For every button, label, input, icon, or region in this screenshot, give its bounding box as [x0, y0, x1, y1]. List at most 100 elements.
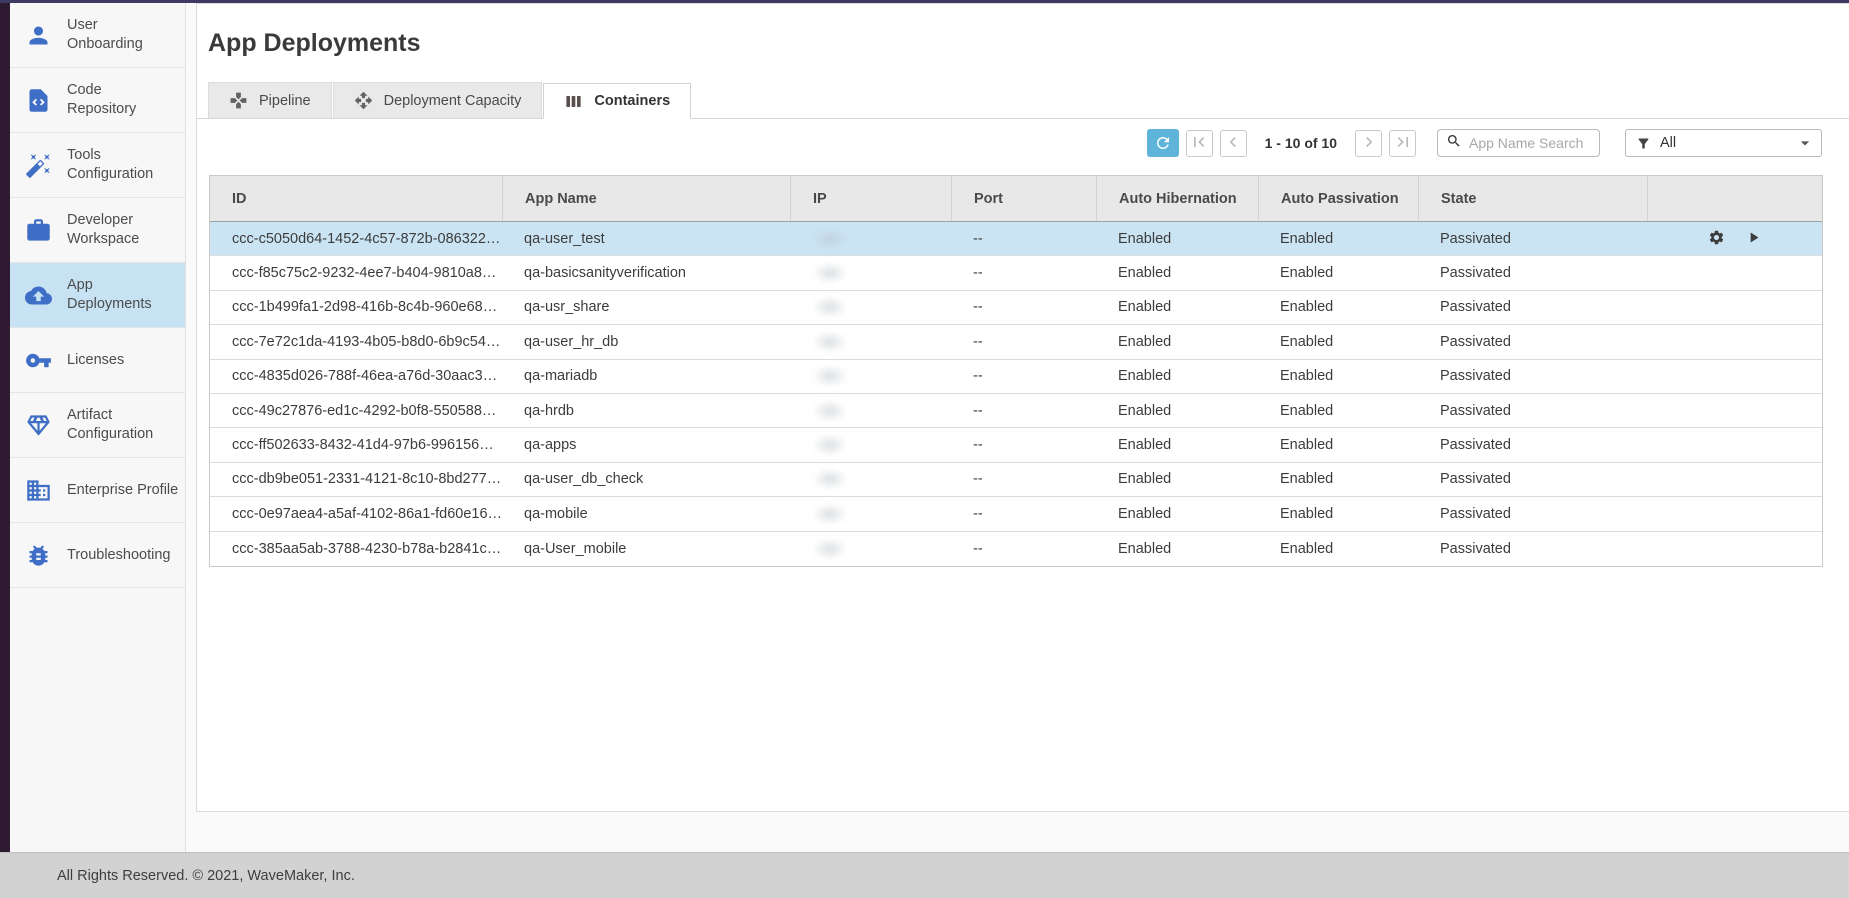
building-icon	[25, 477, 52, 504]
sidebar-item-label: DeveloperWorkspace	[67, 211, 139, 249]
page-title: App Deployments	[208, 29, 1849, 58]
user-icon	[25, 22, 52, 49]
chevron-down-icon	[1795, 133, 1815, 153]
sidebar-item-troubleshooting[interactable]: Troubleshooting	[10, 523, 185, 588]
cell-auto-passivation: Enabled	[1258, 325, 1418, 358]
table-row[interactable]: ccc-c5050d64-1452-4c57-872b-086322…qa-us…	[210, 222, 1822, 256]
cell-state: Passivated	[1418, 360, 1647, 393]
footer: All Rights Reserved. © 2021, WaveMaker, …	[0, 852, 1849, 898]
table-header-row: IDApp NameIPPortAuto HibernationAuto Pas…	[210, 176, 1822, 222]
table-row[interactable]: ccc-ff502633-8432-41d4-97b6-996156…qa-ap…	[210, 428, 1822, 462]
tab-containers[interactable]: Containers	[543, 83, 691, 119]
cell-state: Passivated	[1418, 256, 1647, 289]
bug-icon	[25, 542, 52, 569]
table-row[interactable]: ccc-7e72c1da-4193-4b05-b8d0-6b9c54…qa-us…	[210, 325, 1822, 359]
cell-auto-hibernation: Enabled	[1096, 497, 1258, 530]
sidebar-item-developer-workspace[interactable]: DeveloperWorkspace	[10, 198, 185, 263]
cell-port: --	[951, 463, 1096, 496]
cell-ip	[790, 256, 951, 289]
magic-wand-icon	[25, 152, 52, 179]
table-toolbar: 1 - 10 of 10 All	[197, 128, 1822, 158]
cell-port: --	[951, 360, 1096, 393]
table-row[interactable]: ccc-db9be051-2331-4121-8c10-8bd277…qa-us…	[210, 463, 1822, 497]
last-page-button[interactable]	[1389, 130, 1416, 157]
previous-page-button[interactable]	[1220, 130, 1247, 157]
search-icon	[1446, 133, 1462, 154]
move-icon	[354, 91, 373, 110]
cell-auto-hibernation: Enabled	[1096, 463, 1258, 496]
first-page-button[interactable]	[1186, 130, 1213, 157]
table-row[interactable]: ccc-4835d026-788f-46ea-a76d-30aac3…qa-ma…	[210, 360, 1822, 394]
redacted-ip-value	[812, 331, 848, 353]
settings-action-button[interactable]	[1708, 229, 1725, 249]
cell-ip	[790, 463, 951, 496]
redacted-ip-value	[812, 538, 848, 560]
copyright-text: All Rights Reserved. © 2021, WaveMaker, …	[57, 868, 355, 884]
briefcase-icon	[25, 217, 52, 244]
refresh-button[interactable]	[1147, 129, 1179, 157]
redacted-ip-value	[812, 262, 848, 284]
table-row[interactable]: ccc-f85c75c2-9232-4ee7-b404-9810a8…qa-ba…	[210, 256, 1822, 290]
cell-app-name: qa-apps	[502, 428, 790, 461]
cell-actions	[1647, 325, 1822, 358]
start-action-button[interactable]	[1745, 229, 1762, 249]
cell-app-name: qa-user_test	[502, 222, 790, 255]
sidebar-item-licenses[interactable]: Licenses	[10, 328, 185, 393]
state-filter-dropdown[interactable]: All	[1625, 129, 1822, 157]
column-header-port: Port	[951, 176, 1096, 221]
cell-port: --	[951, 532, 1096, 566]
cell-auto-hibernation: Enabled	[1096, 532, 1258, 566]
next-page-button[interactable]	[1355, 130, 1382, 157]
sidebar-item-artifact-configuration[interactable]: ArtifactConfiguration	[10, 393, 185, 458]
cell-app-name: qa-mobile	[502, 497, 790, 530]
columns-icon	[564, 92, 583, 111]
sidebar-item-tools-configuration[interactable]: ToolsConfiguration	[10, 133, 185, 198]
cell-ip	[790, 222, 951, 255]
app-name-search-box	[1437, 129, 1600, 157]
cell-auto-hibernation: Enabled	[1096, 222, 1258, 255]
tab-deployment-capacity[interactable]: Deployment Capacity	[333, 82, 543, 118]
sidebar-item-app-deployments[interactable]: AppDeployments	[10, 263, 185, 328]
cell-id: ccc-7e72c1da-4193-4b05-b8d0-6b9c54…	[210, 325, 502, 358]
cell-app-name: qa-user_db_check	[502, 463, 790, 496]
cell-ip	[790, 291, 951, 324]
cell-app-name: qa-usr_share	[502, 291, 790, 324]
table-row[interactable]: ccc-49c27876-ed1c-4292-b0f8-550588…qa-hr…	[210, 394, 1822, 428]
code-file-icon	[25, 87, 52, 114]
cell-auto-passivation: Enabled	[1258, 360, 1418, 393]
cell-id: ccc-385aa5ab-3788-4230-b78a-b2841c…	[210, 532, 502, 566]
table-body: ccc-c5050d64-1452-4c57-872b-086322…qa-us…	[210, 222, 1822, 566]
cell-ip	[790, 394, 951, 427]
cell-ip	[790, 497, 951, 530]
sidebar-item-enterprise-profile[interactable]: Enterprise Profile	[10, 458, 185, 523]
search-input[interactable]	[1469, 135, 1591, 151]
sidebar-item-code-repository[interactable]: CodeRepository	[10, 68, 185, 133]
cell-ip	[790, 532, 951, 566]
cell-auto-hibernation: Enabled	[1096, 360, 1258, 393]
redacted-ip-value	[812, 503, 848, 525]
table-row[interactable]: ccc-0e97aea4-a5af-4102-86a1-fd60e16…qa-m…	[210, 497, 1822, 531]
sidebar-item-label: ToolsConfiguration	[67, 146, 153, 184]
redacted-ip-value	[812, 434, 848, 456]
key-icon	[25, 347, 52, 374]
tab-pipeline[interactable]: Pipeline	[208, 82, 332, 118]
table-row[interactable]: ccc-385aa5ab-3788-4230-b78a-b2841c…qa-Us…	[210, 532, 1822, 566]
redacted-ip-value	[812, 296, 848, 318]
column-header-id: ID	[210, 176, 502, 221]
cell-actions	[1647, 291, 1822, 324]
cell-state: Passivated	[1418, 532, 1647, 566]
diamond-icon	[25, 412, 52, 439]
filter-selected-value: All	[1660, 135, 1676, 151]
cell-id: ccc-c5050d64-1452-4c57-872b-086322…	[210, 222, 502, 255]
pagination-range-label: 1 - 10 of 10	[1265, 135, 1337, 151]
cell-app-name: qa-basicsanityverification	[502, 256, 790, 289]
column-header-app-name: App Name	[502, 176, 790, 221]
cell-auto-hibernation: Enabled	[1096, 256, 1258, 289]
table-row[interactable]: ccc-1b499fa1-2d98-416b-8c4b-960e68…qa-us…	[210, 291, 1822, 325]
sidebar-item-user-onboarding[interactable]: UserOnboarding	[10, 3, 185, 68]
cell-state: Passivated	[1418, 291, 1647, 324]
cell-ip	[790, 428, 951, 461]
cell-id: ccc-db9be051-2331-4121-8c10-8bd277…	[210, 463, 502, 496]
cell-actions	[1647, 428, 1822, 461]
cell-port: --	[951, 222, 1096, 255]
